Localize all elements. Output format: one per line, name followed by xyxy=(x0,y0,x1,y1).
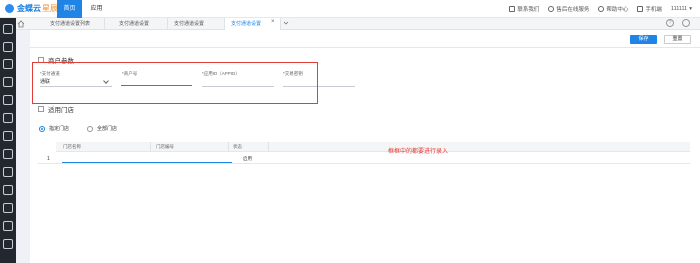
help-link[interactable]: 帮助中心 xyxy=(598,5,628,13)
diamond-icon[interactable] xyxy=(3,59,13,69)
chevron-down-icon[interactable] xyxy=(283,20,289,26)
save-button[interactable]: 保存 xyxy=(630,35,657,44)
col-separator xyxy=(268,142,269,152)
logo-text: 金蝶云 xyxy=(17,4,41,13)
stores-section-title: 适用门店 xyxy=(48,107,74,114)
store-icon[interactable] xyxy=(3,42,13,52)
row-status: 启用 xyxy=(243,156,252,161)
col-store-name: 门店名称 xyxy=(63,144,81,149)
tab-payment-channel-2[interactable]: 支付通道设置 xyxy=(168,18,225,30)
home-tab-icon[interactable] xyxy=(17,20,25,28)
radio-specific-stores[interactable]: 指定门店 xyxy=(39,125,69,132)
tab-payment-channel-list[interactable]: 支付通道设置列表 xyxy=(44,18,105,30)
nav-apps[interactable]: 应用 xyxy=(84,0,109,18)
col-separator xyxy=(228,142,229,152)
chevron-down-icon: ▾ xyxy=(689,6,692,12)
cart-icon[interactable] xyxy=(3,24,13,34)
radio-on-icon xyxy=(39,125,45,132)
chat-icon[interactable] xyxy=(3,185,13,195)
help-circle-icon[interactable]: ? xyxy=(666,19,674,27)
radio-all-stores[interactable]: 全部门店 xyxy=(87,125,117,132)
logo[interactable]: 金蝶云 星辰 xyxy=(5,3,58,14)
col-separator xyxy=(150,142,151,152)
reset-button[interactable]: 重置 xyxy=(664,35,691,44)
annotation-text: 框框中的都要进行录入 xyxy=(388,149,449,155)
contact-icon xyxy=(509,6,516,12)
mobile-link[interactable]: 手机端 xyxy=(637,5,662,13)
logo-icon xyxy=(5,4,14,13)
store-name-input[interactable] xyxy=(62,162,232,163)
support-link[interactable]: 售后在线服务 xyxy=(548,5,589,13)
annotation-box xyxy=(32,62,318,104)
phone-icon xyxy=(637,6,644,12)
table-header xyxy=(56,142,690,152)
row-index: 1 xyxy=(47,156,50,162)
edit-icon[interactable] xyxy=(3,113,13,123)
home-icon[interactable] xyxy=(3,131,13,141)
help-icon xyxy=(598,6,605,12)
nav-home[interactable]: 首页 xyxy=(57,0,82,18)
headset-icon xyxy=(548,6,555,12)
settings-icon[interactable] xyxy=(3,149,13,159)
close-icon[interactable]: × xyxy=(271,19,275,25)
stores-section-header[interactable]: 适用门店 xyxy=(38,104,74,114)
top-links: 联系我们 售后在线服务 帮助中心 手机端 111111 ▾ xyxy=(509,0,692,18)
logo-sub: 星辰 xyxy=(42,4,58,13)
user-menu[interactable]: 111111 ▾ xyxy=(671,6,692,12)
layers-icon[interactable] xyxy=(3,239,13,249)
collapse-checkbox-icon[interactable] xyxy=(38,106,44,112)
cart-2-icon[interactable] xyxy=(3,203,13,213)
col-status: 状态 xyxy=(233,144,242,149)
toolbar-divider xyxy=(30,47,700,48)
shield-icon[interactable] xyxy=(3,167,13,177)
user-circle-icon[interactable] xyxy=(682,19,690,27)
building-icon[interactable] xyxy=(3,221,13,231)
contact-link[interactable]: 联系我们 xyxy=(509,5,539,13)
tab-payment-channel-1[interactable]: 支付通道设置 xyxy=(113,18,168,30)
radio-off-icon xyxy=(87,125,93,132)
report-icon[interactable] xyxy=(3,95,13,105)
col-store-code: 门店编号 xyxy=(156,144,174,149)
tag-icon[interactable] xyxy=(3,77,13,87)
